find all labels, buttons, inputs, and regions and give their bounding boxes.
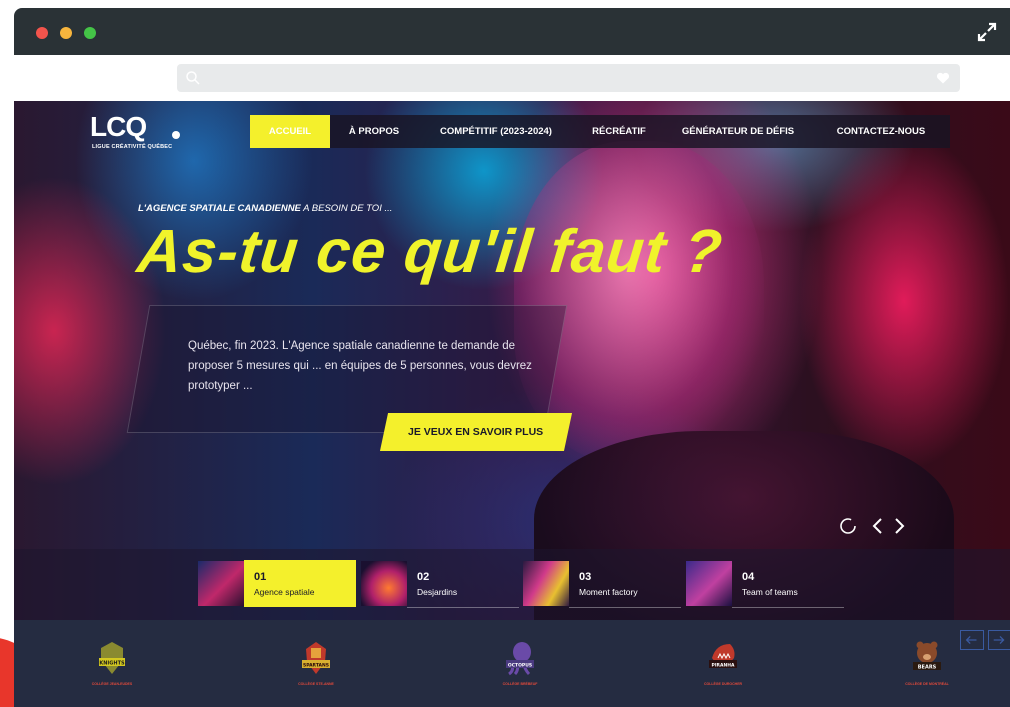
nav-item-label: ACCUEIL — [268, 126, 312, 137]
slide-number: 02 — [417, 571, 430, 583]
octopus-crest-logo: OCTOPUS — [506, 642, 534, 676]
team-school-name: COLLÈGE STE-ANNE — [298, 682, 334, 686]
slide-underline — [569, 607, 681, 608]
slide-label-box: 01 Agence spatiale — [244, 560, 356, 607]
nav-item-label: À PROPOS — [348, 126, 400, 137]
slide-tab-1[interactable]: 01 Agence spatiale — [198, 560, 360, 608]
team-school-name: COLLÈGE JEAN-EUDES — [91, 682, 133, 686]
learn-more-label: JE VEUX EN SAVOIR PLUS — [408, 426, 544, 438]
hero-headline: As-tu ce qu'il faut ? — [134, 217, 727, 285]
team-card-piranha[interactable]: PIRANHA COLLÈGE DUROCHER — [678, 640, 768, 700]
minimize-window-button[interactable] — [60, 27, 72, 39]
slide-label-box: 03 Moment factory — [569, 560, 681, 607]
logo-dot — [172, 131, 180, 139]
crest-text: PIRANHA — [712, 663, 735, 669]
learn-more-button[interactable]: JE VEUX EN SAVOIR PLUS — [379, 413, 573, 451]
nav-item-contactez-nous[interactable]: CONTACTEZ-NOUS — [812, 115, 950, 148]
hero-body-text: Québec, fin 2023. L'Agence spatiale cana… — [188, 340, 532, 392]
slide-underline — [407, 607, 519, 608]
screenshot-stage: LCQ LIGUE CRÉATIVITÉ QUÉBEC ACCUEIL À PR… — [0, 0, 1010, 707]
slide-selector-strip: 01 Agence spatiale 02 Desjardins 03 Mome… — [14, 549, 1010, 620]
slide-number: 04 — [742, 571, 755, 583]
team-school-name: COLLÈGE BRÉBEUF — [502, 682, 538, 686]
slide-number: 01 — [254, 571, 267, 583]
nav-item-competitif[interactable]: COMPÉTITIF (2023-2024) — [418, 115, 574, 148]
slide-label-box: 02 Desjardins — [407, 560, 519, 607]
slide-thumbnail — [523, 561, 569, 606]
team-card-knights[interactable]: KNIGHTS COLLÈGE JEAN-EUDES — [67, 640, 157, 700]
piranha-crest-logo: PIRANHA — [709, 644, 737, 669]
nav-item-label: GÉNÉRATEUR DE DÉFIS — [681, 126, 795, 137]
nav-item-generateur[interactable]: GÉNÉRATEUR DE DÉFIS — [664, 115, 812, 148]
crest-text: SPARTANS — [303, 663, 329, 669]
slide-tab-4[interactable]: 04 Team of teams — [686, 560, 848, 608]
browser-window: LCQ LIGUE CRÉATIVITÉ QUÉBEC ACCUEIL À PR… — [14, 8, 1010, 707]
expand-arrows-icon[interactable] — [976, 21, 998, 43]
chevron-right-icon[interactable] — [892, 517, 906, 535]
knights-crest-logo: KNIGHTS — [99, 642, 125, 674]
slide-name: Moment factory — [579, 587, 638, 597]
chevron-left-icon[interactable] — [871, 517, 885, 535]
slide-name: Desjardins — [417, 587, 458, 597]
title-bar — [14, 8, 1010, 55]
slide-loader-icon — [840, 518, 856, 534]
team-school-name: COLLÈGE DUROCHER — [703, 682, 743, 686]
url-field[interactable] — [177, 64, 960, 92]
hero-section: LCQ LIGUE CRÉATIVITÉ QUÉBEC ACCUEIL À PR… — [14, 101, 1010, 620]
search-icon — [186, 71, 200, 85]
slide-tab-3[interactable]: 03 Moment factory — [523, 560, 685, 608]
logo-subtitle: LIGUE CRÉATIVITÉ QUÉBEC — [92, 144, 173, 150]
logo-text: LCQ — [90, 111, 147, 142]
slide-name: Agence spatiale — [254, 587, 315, 597]
slide-thumbnail — [361, 561, 407, 606]
crest-text: KNIGHTS — [99, 661, 125, 667]
site-logo[interactable]: LCQ LIGUE CRÉATIVITÉ QUÉBEC — [90, 113, 186, 153]
close-window-button[interactable] — [36, 27, 48, 39]
nav-item-label: CONTACTEZ-NOUS — [836, 126, 926, 137]
slide-thumbnail — [198, 561, 244, 606]
slide-number: 03 — [579, 571, 592, 583]
nav-item-label: COMPÉTITIF (2023-2024) — [440, 126, 552, 137]
nav-item-a-propos[interactable]: À PROPOS — [330, 115, 418, 148]
nav-item-label: RÉCRÉATIF — [592, 126, 646, 137]
heart-icon[interactable] — [936, 71, 950, 85]
nav-item-recreatif[interactable]: RÉCRÉATIF — [574, 115, 664, 148]
team-school-name: COLLÈGE DE MONTRÉAL — [905, 682, 949, 686]
slide-label-box: 04 Team of teams — [732, 560, 844, 607]
address-bar — [14, 55, 1010, 101]
spartans-crest-logo: SPARTANS — [302, 642, 330, 674]
teams-next-button[interactable] — [988, 630, 1010, 650]
slide-name: Team of teams — [742, 587, 798, 597]
nav-item-accueil[interactable]: ACCUEIL — [250, 115, 330, 148]
slide-tab-2[interactable]: 02 Desjardins — [361, 560, 523, 608]
team-card-spartans[interactable]: SPARTANS COLLÈGE STE-ANNE — [271, 640, 361, 700]
teams-section: KNIGHTS COLLÈGE JEAN-EUDES SPARTANS COLL… — [14, 620, 1010, 707]
bears-crest-logo: BEARS — [913, 641, 941, 671]
crest-text: OCTOPUS — [508, 663, 532, 669]
slide-underline — [732, 607, 844, 608]
team-card-octopus[interactable]: OCTOPUS COLLÈGE BRÉBEUF — [475, 640, 565, 700]
zoom-window-button[interactable] — [84, 27, 96, 39]
team-card-bears[interactable]: BEARS COLLÈGE DE MONTRÉAL — [882, 640, 972, 700]
slide-thumbnail — [686, 561, 732, 606]
main-navigation: ACCUEIL À PROPOS COMPÉTITIF (2023-2024) … — [250, 115, 950, 148]
crest-text: BEARS — [918, 665, 937, 671]
arrow-right-icon — [993, 635, 1005, 645]
